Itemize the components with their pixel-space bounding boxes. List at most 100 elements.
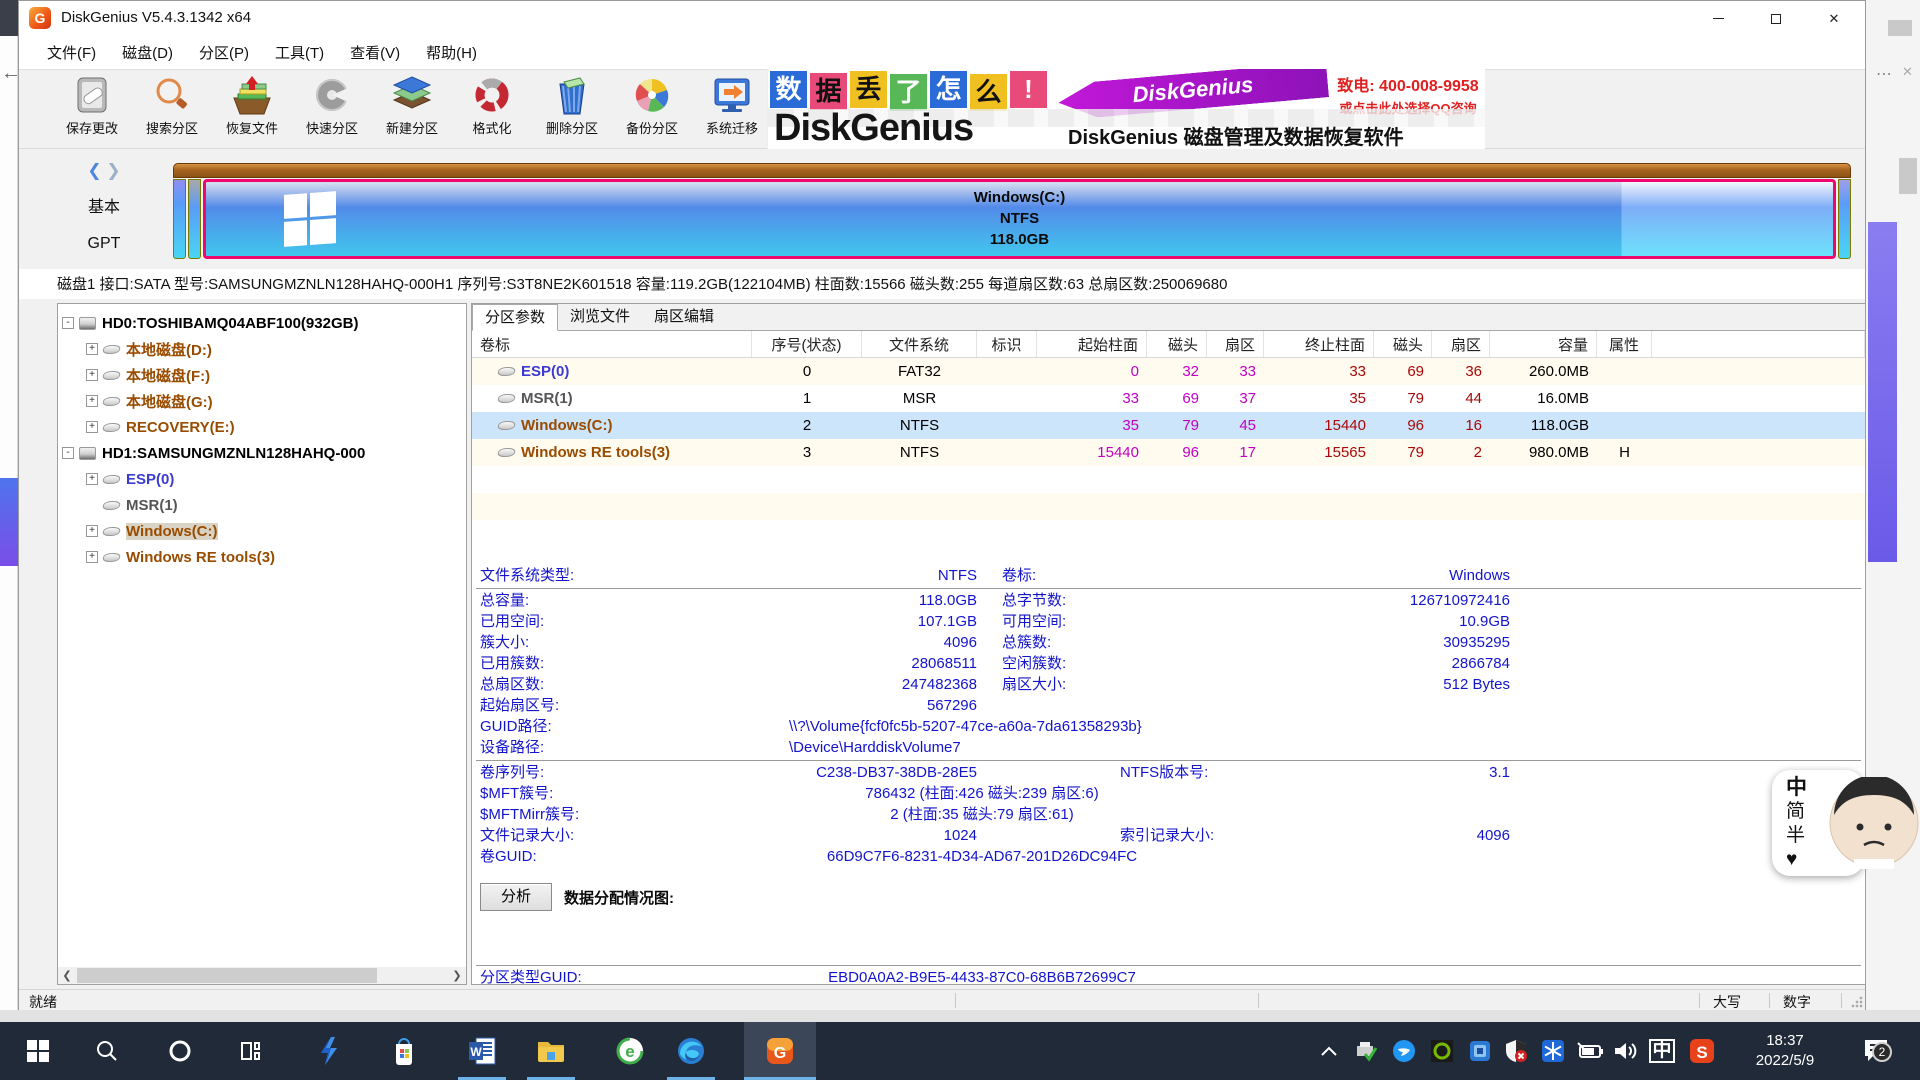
tray-dingtalk[interactable] [1386, 1022, 1422, 1080]
tab-sector-edit[interactable]: 扇区编辑 [642, 304, 726, 330]
expand-icon[interactable]: + [86, 421, 98, 433]
table-row-selected[interactable]: Windows(C:) 2 NTFS 35 79 45 15440 96 16 … [472, 412, 1865, 439]
start-button[interactable] [14, 1022, 62, 1080]
partition-block-msr[interactable] [188, 179, 201, 259]
diskgenius-logo-icon: G [29, 7, 51, 29]
tray-ime-indicator[interactable]: 中 [1644, 1022, 1680, 1080]
partition-name: Windows(C:) [206, 187, 1833, 208]
more-options-icon[interactable]: ⋯ [1876, 64, 1892, 84]
table-row[interactable]: Windows RE tools(3) 3 NTFS 15440 96 17 1… [472, 439, 1865, 466]
expand-icon[interactable]: + [86, 525, 98, 537]
pinned-app-thunder[interactable] [305, 1022, 353, 1080]
expand-icon[interactable]: + [86, 473, 98, 485]
tray-security-shield[interactable] [1498, 1022, 1534, 1080]
taskbar-search-button[interactable] [83, 1022, 131, 1080]
notification-center-button[interactable]: 2 [1848, 1022, 1904, 1080]
background-accent-right [1868, 222, 1897, 562]
tree-item-local-f[interactable]: + 本地磁盘(F:) [58, 362, 466, 388]
tree-item-windows-c[interactable]: + Windows(C:) [58, 518, 466, 544]
tray-sogou[interactable]: S [1684, 1022, 1720, 1080]
pinned-app-edge[interactable] [667, 1022, 715, 1080]
tab-partition-params[interactable]: 分区参数 [472, 304, 558, 331]
analyze-button[interactable]: 分析 [480, 883, 552, 911]
pinned-app-browser-360[interactable]: e [606, 1022, 654, 1080]
tree-item-local-d[interactable]: + 本地磁盘(D:) [58, 336, 466, 362]
tab-browse-files[interactable]: 浏览文件 [558, 304, 642, 330]
clock-date: 2022/5/9 [1735, 1051, 1835, 1071]
svg-text:G: G [774, 1045, 786, 1062]
printer-check-icon [1354, 1039, 1378, 1063]
scrollbar-thumb[interactable] [77, 968, 377, 983]
close-button[interactable]: ✕ [1805, 1, 1863, 36]
task-view-button[interactable] [228, 1022, 276, 1080]
tray-printer[interactable] [1348, 1022, 1384, 1080]
taskbar-diskgenius-active[interactable]: G [744, 1022, 816, 1080]
banner-tile: 怎 [930, 71, 967, 108]
menu-partition[interactable]: 分区(P) [199, 42, 249, 63]
tray-volume[interactable] [1608, 1022, 1644, 1080]
empty-row [472, 520, 1865, 547]
tray-snowflake[interactable] [1535, 1022, 1571, 1080]
tree-horizontal-scrollbar[interactable]: ❮ ❯ [58, 967, 466, 984]
pinned-app-explorer[interactable] [527, 1022, 575, 1080]
collapse-icon[interactable]: - [62, 447, 74, 459]
cortana-button[interactable] [156, 1022, 204, 1080]
banner-ad[interactable]: 数 据 丢 了 怎 么 ! DiskGenius 致电: 400-008-995… [767, 69, 1485, 150]
tree-item-local-g[interactable]: + 本地磁盘(G:) [58, 388, 466, 414]
divider [476, 760, 1861, 761]
save-changes-button[interactable]: 保存更改 [53, 74, 131, 146]
tree-label: 本地磁盘(F:) [126, 365, 210, 386]
backup-partition-button[interactable]: 备份分区 [613, 74, 691, 146]
background-scrollbar-thumb[interactable] [1899, 158, 1917, 194]
new-partition-button[interactable]: 新建分区 [373, 74, 451, 146]
scroll-right-icon[interactable]: ❯ [448, 969, 466, 982]
scroll-left-icon[interactable]: ❮ [58, 969, 76, 982]
menu-tools[interactable]: 工具(T) [275, 42, 324, 63]
tree-item-msr[interactable]: MSR(1) [58, 492, 466, 518]
tree-item-hd0[interactable]: - HD0:TOSHIBAMQ04ABF100(932GB) [58, 310, 466, 336]
system-migration-button[interactable]: 系统迁移 [693, 74, 771, 146]
disk-nav-arrows[interactable]: ❮ ❯ [59, 161, 149, 181]
maximize-button[interactable] [1747, 1, 1805, 36]
expand-icon[interactable]: + [86, 551, 98, 563]
prev-disk-icon[interactable]: ❮ [87, 161, 101, 180]
tray-chevron-button[interactable] [1312, 1022, 1346, 1080]
menubar: 文件(F) 磁盘(D) 分区(P) 工具(T) 查看(V) 帮助(H) [19, 36, 1865, 69]
table-row[interactable]: ESP(0) 0 FAT32 0 32 33 33 69 36 260.0MB [472, 358, 1865, 385]
search-partition-button[interactable]: 搜索分区 [133, 74, 211, 146]
background-close-icon[interactable]: ✕ [1902, 64, 1913, 80]
minimize-button[interactable] [1689, 1, 1747, 36]
expand-icon[interactable]: + [86, 369, 98, 381]
recover-files-button[interactable]: 恢复文件 [213, 74, 291, 146]
tray-intel-graphics[interactable] [1462, 1022, 1498, 1080]
titlebar[interactable]: G DiskGenius V5.4.3.1342 x64 ✕ [19, 1, 1865, 36]
pinned-app-store[interactable] [380, 1022, 428, 1080]
expand-icon[interactable]: + [86, 395, 98, 407]
tree-item-windows-re[interactable]: + Windows RE tools(3) [58, 544, 466, 570]
partition-block-windows-c[interactable]: Windows(C:) NTFS 118.0GB [203, 179, 1836, 259]
delete-partition-button[interactable]: 删除分区 [533, 74, 611, 146]
tree-item-esp[interactable]: + ESP(0) [58, 466, 466, 492]
pinned-app-word[interactable]: W [458, 1022, 506, 1080]
partition-block-esp[interactable] [173, 179, 186, 259]
menu-view[interactable]: 查看(V) [350, 42, 400, 63]
tray-nvidia[interactable] [1424, 1022, 1460, 1080]
disk-type-basic: 基本 [59, 193, 149, 217]
quick-partition-button[interactable]: 快速分区 [293, 74, 371, 146]
menu-disk[interactable]: 磁盘(D) [122, 42, 173, 63]
partition-block-re-tools[interactable] [1838, 179, 1851, 259]
format-button[interactable]: 格式化 [453, 74, 531, 146]
table-row[interactable]: MSR(1) 1 MSR 33 69 37 35 79 44 16.0MB [472, 385, 1865, 412]
tray-battery[interactable] [1572, 1022, 1608, 1080]
next-disk-icon[interactable]: ❯ [106, 161, 120, 180]
tree-label: HD0:TOSHIBAMQ04ABF100(932GB) [102, 315, 358, 332]
menu-help[interactable]: 帮助(H) [426, 42, 477, 63]
tree-item-hd1[interactable]: - HD1:SAMSUNGMZNLN128HAHQ-000 [58, 440, 466, 466]
menu-file[interactable]: 文件(F) [47, 42, 96, 63]
taskbar-clock[interactable]: 18:37 2022/5/9 [1735, 1031, 1835, 1071]
desktop-strip [0, 1010, 1920, 1022]
expand-icon[interactable]: + [86, 343, 98, 355]
tree-item-recovery-e[interactable]: + RECOVERY(E:) [58, 414, 466, 440]
collapse-icon[interactable]: - [62, 317, 74, 329]
resize-grip[interactable] [1851, 996, 1863, 1008]
